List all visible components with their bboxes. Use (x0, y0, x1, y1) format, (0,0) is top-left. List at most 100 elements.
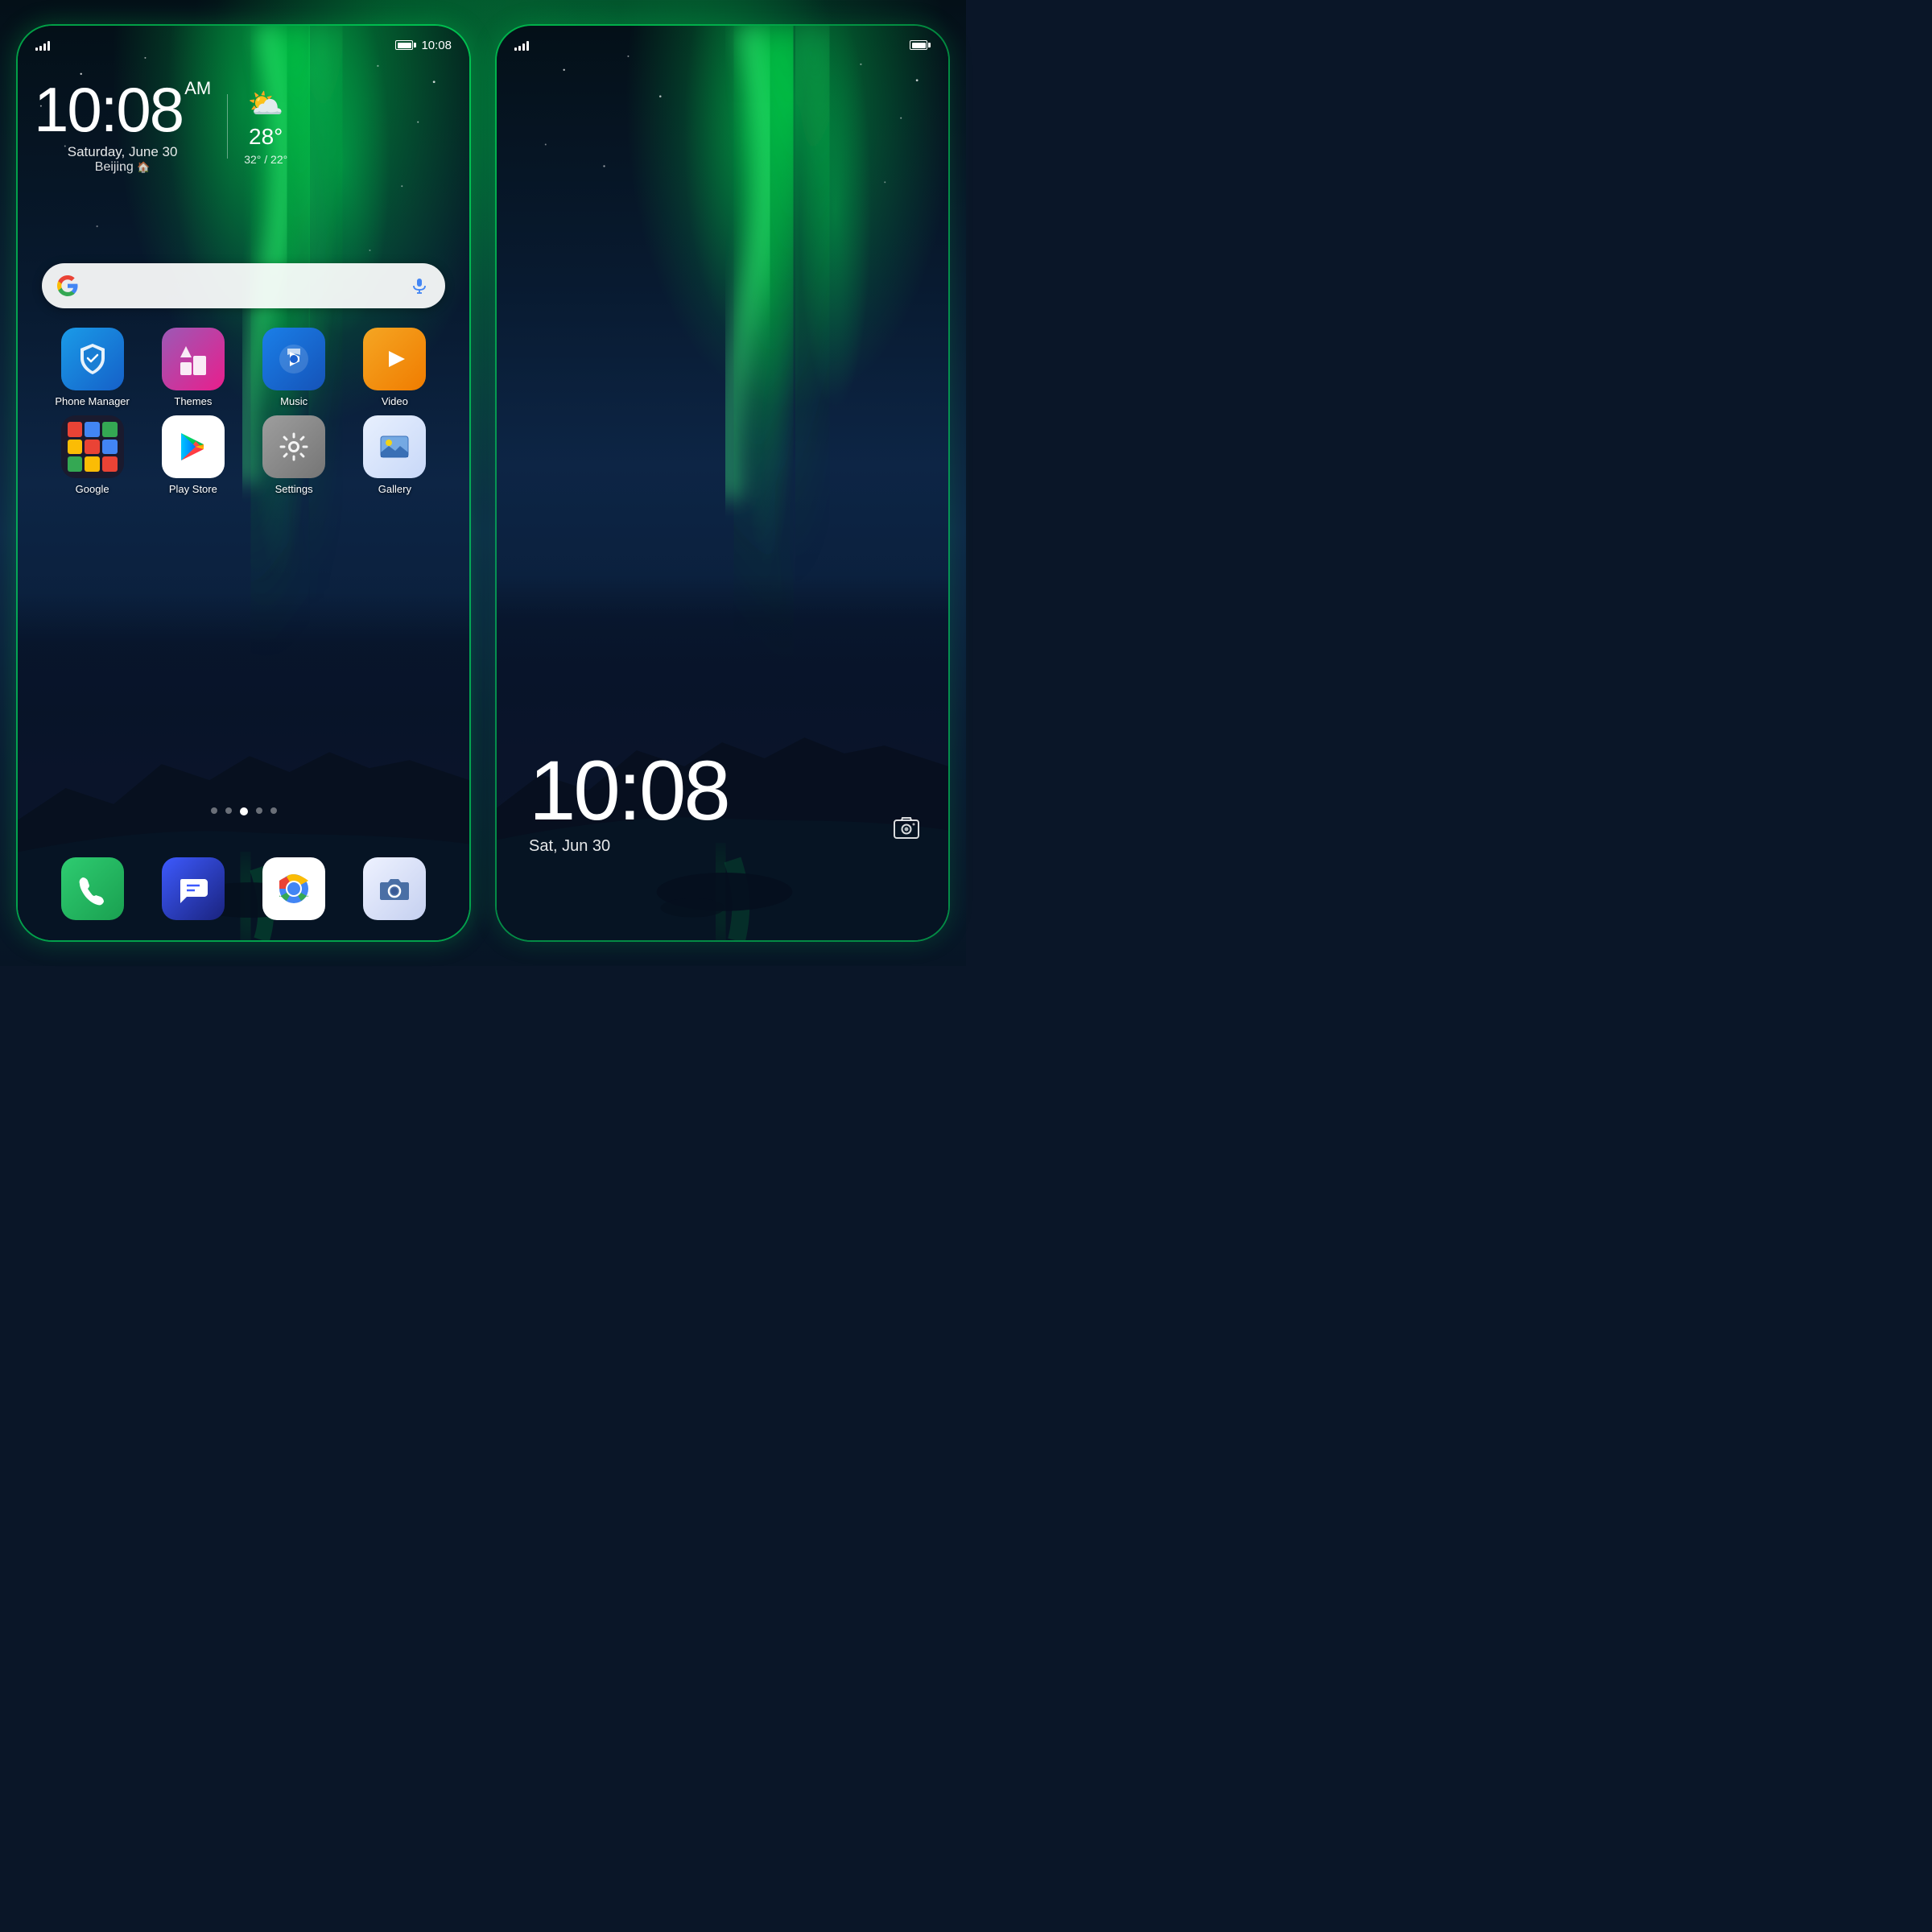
widget-area: 10:08 AM Saturday, June 30 Beijing 🏠 ⛅ 2… (18, 70, 469, 183)
dot-3-active (240, 807, 248, 815)
grid-cell-5 (85, 440, 100, 455)
dock-camera[interactable] (350, 857, 439, 920)
grid-cell-4 (68, 440, 83, 455)
battery-icon (395, 40, 416, 50)
phone-manager-icon (61, 328, 124, 390)
video-svg (376, 341, 413, 378)
settings-label: Settings (275, 483, 313, 495)
app-themes[interactable]: Themes (149, 328, 237, 407)
themes-icon (162, 328, 225, 390)
music-label: Music (280, 395, 308, 407)
video-label: Video (382, 395, 408, 407)
video-icon (363, 328, 426, 390)
music-icon (262, 328, 325, 390)
phone-manager-label: Phone Manager (55, 395, 130, 407)
weather-range: 32° / 22° (244, 153, 287, 166)
time-widget: 10:08 AM Saturday, June 30 Beijing 🏠 (34, 78, 211, 175)
app-play-store[interactable]: Play Store (149, 415, 237, 495)
page-dots (18, 807, 469, 815)
status-bar-left: 10:08 (18, 26, 469, 64)
chrome-svg (271, 866, 316, 911)
music-svg (275, 341, 312, 378)
screens-wrapper: 10:08 10:08 AM Saturday, June 30 Beijing… (0, 0, 966, 966)
battery-body-right (910, 40, 927, 50)
lock-camera-button[interactable] (893, 814, 920, 848)
dock-phone[interactable] (48, 857, 137, 920)
grid-cell-2 (85, 422, 100, 437)
signal-bar-3 (43, 43, 46, 51)
microphone-icon[interactable] (408, 275, 431, 297)
battery-body (395, 40, 413, 50)
clock-time: 10:08 (34, 78, 183, 141)
grid-cell-6 (102, 440, 118, 455)
status-right-right (910, 40, 931, 50)
grid-cell-8 (85, 456, 100, 472)
themes-label: Themes (174, 395, 212, 407)
phone-left: 10:08 10:08 AM Saturday, June 30 Beijing… (16, 24, 471, 942)
status-right: 10:08 (395, 39, 452, 52)
signal-bar-r2 (518, 46, 521, 51)
clock-city: Beijing 🏠 (34, 160, 211, 175)
lock-time: 10:08 (529, 749, 729, 833)
settings-icon (262, 415, 325, 478)
search-bar[interactable] (42, 263, 445, 308)
camera-icon (363, 857, 426, 920)
app-row-2: Google (42, 415, 445, 495)
lock-date: Sat, Jun 30 (529, 837, 729, 856)
battery-cap-right (928, 43, 931, 47)
signal-bar-r1 (514, 47, 517, 51)
status-right-left (514, 39, 529, 51)
weather-icon: ⛅ (248, 87, 284, 121)
dot-2 (225, 807, 232, 814)
play-store-label: Play Store (169, 483, 217, 495)
gallery-label: Gallery (378, 483, 411, 495)
app-gallery[interactable]: Gallery (350, 415, 439, 495)
weather-temp: 28° (249, 124, 283, 150)
phone-right: 10:08 Sat, Jun 30 (495, 24, 950, 942)
signal-bar-4 (47, 41, 50, 51)
clock-ampm: AM (184, 78, 211, 99)
signal-icon (35, 39, 50, 51)
dock (18, 857, 469, 920)
mic-svg (411, 277, 428, 295)
grid-cell-9 (102, 456, 118, 472)
app-row-1: Phone Manager Themes (42, 328, 445, 407)
grid-cell-7 (68, 456, 83, 472)
battery-cap (414, 43, 416, 47)
gallery-svg (376, 428, 413, 465)
app-music[interactable]: Music (250, 328, 338, 407)
app-phone-manager[interactable]: Phone Manager (48, 328, 137, 407)
app-google[interactable]: Google (48, 415, 137, 495)
signal-icon-right (514, 39, 529, 51)
dock-messages[interactable] (149, 857, 237, 920)
weather-widget: ⛅ 28° 32° / 22° (244, 87, 287, 166)
status-left (35, 39, 50, 51)
signal-bar-r4 (526, 41, 529, 51)
battery-fill-right (912, 43, 926, 48)
grid-cell-3 (102, 422, 118, 437)
signal-bar-1 (35, 47, 38, 51)
play-store-svg (173, 427, 213, 467)
gallery-icon (363, 415, 426, 478)
clock-date: Saturday, June 30 (34, 144, 211, 160)
messages-svg (175, 871, 211, 906)
phone-icon (61, 857, 124, 920)
themes-svg (174, 340, 213, 378)
google-grid-icon (61, 415, 124, 478)
dot-1 (211, 807, 217, 814)
home-icon: 🏠 (137, 161, 150, 173)
shield-icon (74, 341, 111, 378)
status-time-left: 10:08 (421, 39, 452, 52)
phone-call-icon (75, 871, 110, 906)
city-name: Beijing (95, 160, 134, 174)
app-settings[interactable]: Settings (250, 415, 338, 495)
app-video[interactable]: Video (350, 328, 439, 407)
messages-icon (162, 857, 225, 920)
signal-bar-2 (39, 46, 42, 51)
dot-4 (256, 807, 262, 814)
status-bar-right (497, 26, 948, 64)
dock-chrome[interactable] (250, 857, 338, 920)
battery-fill (398, 43, 411, 48)
settings-svg (276, 429, 312, 464)
google-g-svg (57, 275, 78, 296)
